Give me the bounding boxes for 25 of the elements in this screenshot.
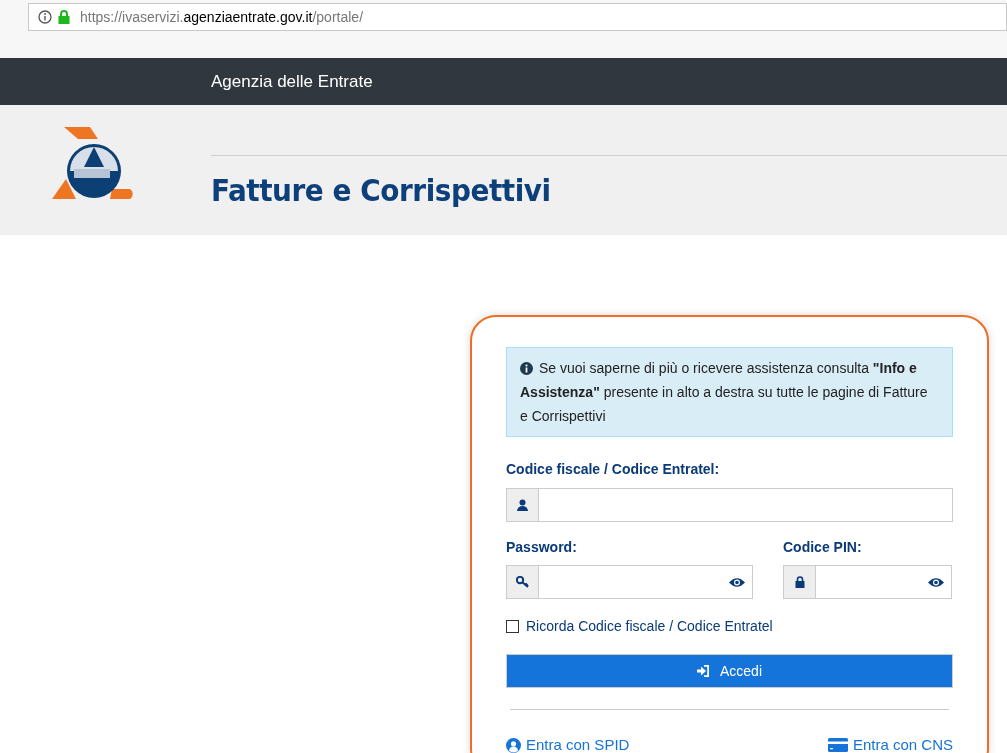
page-title: Fatture e Corrispettivi: [211, 171, 552, 210]
user-icon: [517, 499, 528, 511]
address-bar[interactable]: https://ivaservizi.agenziaentrate.gov.it/portale/: [28, 3, 1007, 31]
pin-field[interactable]: [783, 565, 952, 599]
eye-icon[interactable]: [729, 576, 745, 588]
login-link[interactable]: Entra con CNS: [827, 734, 953, 753]
padlock-icon: [58, 10, 70, 24]
sign-in-icon: [697, 665, 710, 677]
fiscal-code-field[interactable]: [506, 488, 953, 522]
field-label: Codice fiscale / Codice Entratel:: [506, 460, 721, 479]
checkbox[interactable]: [506, 620, 519, 633]
padlock-icon: [794, 576, 805, 588]
field-label: Codice PIN:: [783, 538, 863, 557]
login-link[interactable]: Entra con SPID: [506, 734, 630, 753]
info-icon: [520, 361, 533, 375]
checkbox-label[interactable]: Ricorda Codice fiscale / Codice Entratel: [526, 616, 773, 637]
info-message: Se vuoi saperne di più o ricevere assistenza consulta "Info e Assistenza" presente in alto a destra su tutte le pagine di Fatture e Corrispettivi: [520, 359, 929, 426]
site-title: Agenzia delle Entrate: [211, 70, 373, 93]
info-icon[interactable]: [38, 10, 52, 24]
key-icon: [515, 576, 530, 588]
url-text: https://ivaservizi.agenziaentrate.gov.it/portale/: [80, 7, 364, 27]
eye-icon[interactable]: [928, 576, 944, 588]
login-button[interactable]: Accedi: [506, 654, 953, 688]
password-field[interactable]: [506, 565, 753, 599]
field-label: Password:: [506, 538, 578, 557]
